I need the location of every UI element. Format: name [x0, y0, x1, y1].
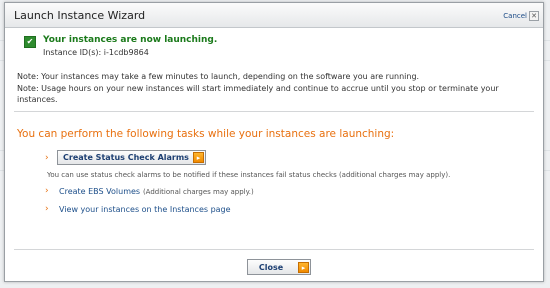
chevron-right-icon: ›: [45, 204, 49, 214]
dialog-title: Launch Instance Wizard: [14, 9, 146, 22]
chevron-right-icon: ›: [45, 153, 49, 163]
close-button-label: Close: [258, 262, 284, 272]
notes-section: Note: Your instances may take a few minu…: [17, 71, 522, 106]
cancel-button[interactable]: Cancel ✕: [503, 11, 539, 21]
cancel-label: Cancel: [503, 12, 527, 20]
close-button[interactable]: Close ▸: [247, 259, 311, 275]
status-check-help-text: You can use status check alarms to be no…: [47, 171, 451, 179]
ebs-charges-note: (Additional charges may apply.): [142, 188, 254, 196]
arrow-right-icon: ▸: [192, 152, 204, 163]
dialog-titlebar: Launch Instance Wizard Cancel ✕: [5, 3, 543, 28]
button-label: Create Status Check Alarms: [63, 153, 189, 162]
close-icon[interactable]: ✕: [529, 11, 539, 21]
create-ebs-volumes-link[interactable]: Create EBS Volumes: [59, 187, 140, 196]
create-status-check-alarms-button[interactable]: Create Status Check Alarms ▸: [57, 150, 206, 165]
note-launch-time: Note: Your instances may take a few minu…: [17, 72, 420, 81]
view-instances-link[interactable]: View your instances on the Instances pag…: [59, 205, 231, 214]
check-icon: ✔: [24, 36, 36, 48]
chevron-right-icon: ›: [45, 186, 49, 196]
footer-divider: [14, 249, 534, 250]
launch-instance-dialog: Launch Instance Wizard Cancel ✕ ✔ Your i…: [4, 2, 544, 282]
ebs-row: Create EBS Volumes (Additional charges m…: [59, 187, 254, 197]
arrow-right-icon: ▸: [298, 261, 309, 273]
status-message: Your instances are now launching.: [43, 35, 218, 45]
divider: [14, 111, 534, 112]
note-usage-hours: Note: Usage hours on your new instances …: [17, 84, 499, 104]
instance-ids: Instance ID(s): i-1cdb9864: [43, 48, 149, 57]
tasks-heading: You can perform the following tasks whil…: [17, 128, 395, 140]
view-instances-row: View your instances on the Instances pag…: [59, 205, 231, 215]
